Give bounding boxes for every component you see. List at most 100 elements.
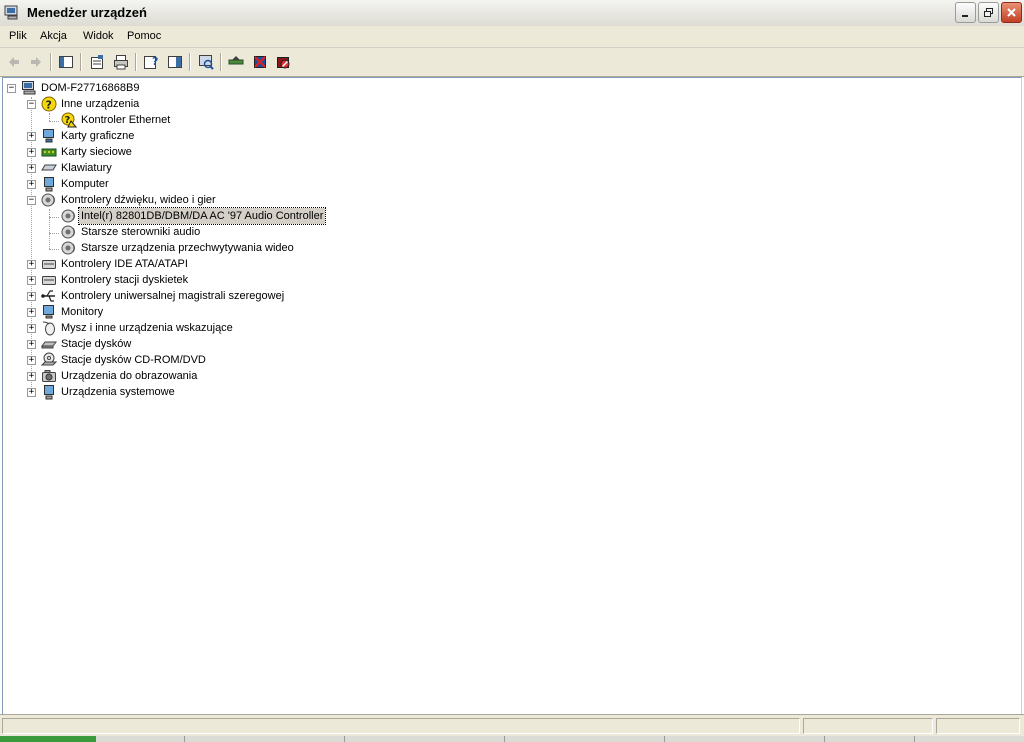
help-button[interactable]: ? xyxy=(141,52,161,72)
category-label: Urządzenia do obrazowania xyxy=(61,370,198,382)
uninstall-button[interactable] xyxy=(250,52,270,72)
print-button[interactable] xyxy=(111,52,131,72)
properties-button[interactable] xyxy=(87,52,107,72)
device-label: Starsze sterowniki audio xyxy=(81,226,201,238)
category-urzadzenia-obrazowania[interactable]: + Urządzenia do obrazowania xyxy=(3,368,403,384)
ide-controller-icon xyxy=(42,260,56,269)
expand-toggle[interactable]: + xyxy=(27,388,36,397)
category-usb-controllers[interactable]: + Kontrolery uniwersalnej magistrali sze… xyxy=(3,288,423,304)
status-panel-tertiary xyxy=(936,718,1020,734)
unknown-device-warning-icon: ? xyxy=(61,112,77,128)
category-inne-urzadzenia[interactable]: − ? Inne urządzenia xyxy=(3,96,403,112)
category-label: Karty sieciowe xyxy=(61,146,132,158)
expand-toggle[interactable]: + xyxy=(27,308,36,317)
category-karty-sieciowe[interactable]: + Karty sieciowe xyxy=(3,144,403,160)
expand-toggle[interactable]: + xyxy=(27,324,36,333)
expand-toggle[interactable]: + xyxy=(27,260,36,269)
tree-root-label: DOM-F27716868B9 xyxy=(41,82,140,94)
restore-button[interactable] xyxy=(978,2,999,23)
category-label: Stacje dysków xyxy=(61,338,132,350)
expand-toggle[interactable]: + xyxy=(27,164,36,173)
toolbar: ? xyxy=(0,48,1024,77)
uninstall-icon xyxy=(254,56,266,68)
expand-toggle[interactable]: + xyxy=(27,292,36,301)
category-label: Karty graficzne xyxy=(61,130,135,142)
svg-text:?: ? xyxy=(152,55,158,68)
category-komputer[interactable]: + Komputer xyxy=(3,176,403,192)
show-hide-tree-icon xyxy=(59,56,73,68)
expand-toggle[interactable]: + xyxy=(27,132,36,141)
expand-toggle[interactable]: + xyxy=(27,180,36,189)
category-label: Urządzenia systemowe xyxy=(61,386,175,398)
svg-text:?: ? xyxy=(46,99,52,112)
device-label: Starsze urządzenia przechwytywania wideo xyxy=(81,242,294,254)
device-tree[interactable]: − DOM-F27716868B9 − ? Inne urządzenia ? … xyxy=(2,77,1022,714)
category-label: Stacje dysków CD-ROM/DVD xyxy=(61,354,206,366)
back-icon xyxy=(9,57,19,67)
update-driver-button[interactable] xyxy=(226,52,246,72)
usb-icon xyxy=(41,290,55,302)
back-button[interactable] xyxy=(4,52,24,72)
device-label: Kontroler Ethernet xyxy=(81,114,171,126)
minimize-icon xyxy=(962,15,968,17)
keyboard-icon xyxy=(41,164,57,171)
category-label: Kontrolery stacji dyskietek xyxy=(61,274,189,286)
category-cdrom[interactable]: + Stacje dysków CD-ROM/DVD xyxy=(3,352,403,368)
expand-toggle[interactable]: + xyxy=(27,148,36,157)
minimize-button[interactable] xyxy=(955,2,976,23)
scan-hardware-button[interactable] xyxy=(196,52,216,72)
device-kontroler-ethernet[interactable]: ? Kontroler Ethernet xyxy=(3,112,403,128)
expand-toggle[interactable]: + xyxy=(27,356,36,365)
unknown-device-icon: ? xyxy=(41,96,57,112)
floppy-controller-icon xyxy=(42,276,56,285)
category-monitory[interactable]: + Monitory xyxy=(3,304,403,320)
tree-root[interactable]: − DOM-F27716868B9 xyxy=(3,80,403,96)
disable-button[interactable] xyxy=(273,52,293,72)
category-karty-graficzne[interactable]: + Karty graficzne xyxy=(3,128,403,144)
menu-akcja[interactable]: Akcja xyxy=(40,30,67,42)
category-label: Monitory xyxy=(61,306,104,318)
status-panel-main xyxy=(2,718,800,734)
collapse-toggle[interactable]: − xyxy=(27,196,36,205)
computer-icon xyxy=(22,81,36,95)
expand-toggle[interactable]: + xyxy=(27,340,36,349)
cd-drive-icon xyxy=(41,352,57,366)
close-icon xyxy=(1007,8,1016,17)
category-label: Kontrolery dźwięku, wideo i gier xyxy=(61,194,216,206)
category-urzadzenia-systemowe[interactable]: + Urządzenia systemowe xyxy=(3,384,403,400)
mouse-icon xyxy=(42,321,55,336)
menu-widok[interactable]: Widok xyxy=(83,30,114,42)
start-button[interactable] xyxy=(0,736,96,742)
disk-drive-icon xyxy=(41,341,57,349)
collapse-toggle[interactable]: − xyxy=(27,100,36,109)
expand-toggle[interactable]: + xyxy=(27,372,36,381)
show-hide-action-pane-button[interactable] xyxy=(165,52,185,72)
title-bar[interactable]: Menedżer urządzeń xyxy=(0,0,1024,27)
device-intel-audio-controller[interactable]: Intel(r) 82801DB/DBM/DA AC '97 Audio Con… xyxy=(3,207,423,225)
forward-button[interactable] xyxy=(26,52,46,72)
forward-icon xyxy=(31,57,41,67)
display-adapter-icon xyxy=(43,129,54,143)
sound-device-icon xyxy=(61,225,75,239)
print-icon xyxy=(114,55,128,70)
menu-bar: Plik Akcja Widok Pomoc xyxy=(0,26,1024,48)
show-hide-tree-button[interactable] xyxy=(56,52,76,72)
network-adapter-icon xyxy=(41,148,57,157)
taskbar xyxy=(0,736,1024,742)
category-klawiatury[interactable]: + Klawiatury xyxy=(3,160,403,176)
category-kontrolery-stacji-dyskietek[interactable]: + Kontrolery stacji dyskietek xyxy=(3,272,403,288)
category-kontrolery-ide[interactable]: + Kontrolery IDE ATA/ATAPI xyxy=(3,256,403,272)
device-starsze-urzadzenia-wideo[interactable]: Starsze urządzenia przechwytywania wideo xyxy=(3,240,403,256)
category-mysz[interactable]: + Mysz i inne urządzenia wskazujące xyxy=(3,320,403,336)
collapse-root-toggle[interactable]: − xyxy=(7,84,16,93)
sound-device-icon xyxy=(61,209,75,223)
category-stacje-dyskow[interactable]: + Stacje dysków xyxy=(3,336,403,352)
expand-toggle[interactable]: + xyxy=(27,276,36,285)
menu-plik[interactable]: Plik xyxy=(9,30,27,42)
category-kontrolery-dzwieku[interactable]: − Kontrolery dźwięku, wideo i gier xyxy=(3,192,403,208)
close-button[interactable] xyxy=(1001,2,1022,23)
device-starsze-sterowniki-audio[interactable]: Starsze sterowniki audio xyxy=(3,224,403,240)
category-label: Kontrolery IDE ATA/ATAPI xyxy=(61,258,188,270)
computer-icon xyxy=(44,177,54,192)
menu-pomoc[interactable]: Pomoc xyxy=(127,30,161,42)
